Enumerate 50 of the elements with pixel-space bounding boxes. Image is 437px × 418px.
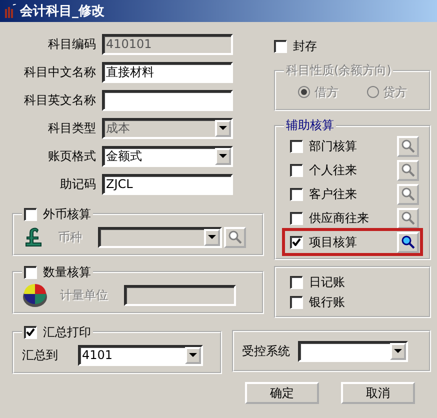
- search-icon: [401, 235, 415, 249]
- field-label: 计量单位: [60, 286, 108, 304]
- caret-icon: [219, 154, 227, 158]
- checkbox[interactable]: 银行账: [290, 292, 421, 312]
- search-icon: [401, 163, 415, 177]
- dropdown[interactable]: [298, 340, 408, 362]
- check-icon: [292, 238, 301, 246]
- dropdown[interactable]: 4101: [78, 344, 203, 366]
- group-title: 科目性质(余额方向): [286, 63, 392, 77]
- caret-icon: [219, 126, 227, 130]
- search-button[interactable]: [397, 208, 419, 228]
- checkbox[interactable]: 客户往来: [290, 184, 357, 204]
- window-title: 会计科目_修改: [20, 3, 104, 20]
- group-title: 辅助核算: [286, 118, 334, 132]
- search-icon: [401, 187, 415, 201]
- search-button[interactable]: [397, 232, 419, 252]
- search-icon: [401, 139, 415, 153]
- caret-icon: [189, 353, 197, 357]
- checkbox[interactable]: 供应商往来: [290, 208, 369, 228]
- caret-icon: [394, 349, 402, 353]
- input-field[interactable]: [124, 284, 236, 306]
- field-label: 科目编码: [47, 36, 97, 52]
- caret-icon: [208, 235, 216, 239]
- dialog-button[interactable]: 确定: [245, 382, 319, 404]
- input-field[interactable]: [102, 90, 233, 110]
- checkbox[interactable]: 日记账: [290, 272, 421, 292]
- field-label: 账页格式: [47, 148, 97, 164]
- field-label: 助记码: [59, 176, 97, 192]
- field-label: 汇总到: [22, 346, 58, 364]
- input-field[interactable]: ZJCL: [102, 174, 233, 194]
- checkbox[interactable]: 汇总打印: [24, 322, 91, 342]
- field-label: 受控系统: [242, 342, 290, 360]
- radio-dot-icon: [301, 89, 308, 95]
- dropdown[interactable]: [98, 226, 222, 248]
- field-label: 科目类型: [47, 120, 97, 136]
- pie-chart-icon: [22, 282, 48, 308]
- checkbox[interactable]: 封存: [274, 36, 431, 56]
- dropdown[interactable]: 金额式: [102, 146, 233, 166]
- dialog-button[interactable]: 取消: [341, 382, 415, 404]
- checkbox[interactable]: 部门核算: [290, 136, 357, 156]
- search-icon: [401, 211, 415, 225]
- field-label: 币种: [58, 228, 82, 246]
- search-icon: [228, 230, 242, 244]
- field-label: 科目英文名称: [23, 92, 97, 108]
- app-icon: [4, 4, 16, 18]
- check-icon: [26, 328, 35, 336]
- input-field[interactable]: 直接材料: [102, 62, 233, 82]
- field-label: 科目中文名称: [23, 64, 97, 80]
- checkbox[interactable]: 项目核算: [290, 232, 357, 252]
- checkbox[interactable]: 个人往来: [290, 160, 357, 180]
